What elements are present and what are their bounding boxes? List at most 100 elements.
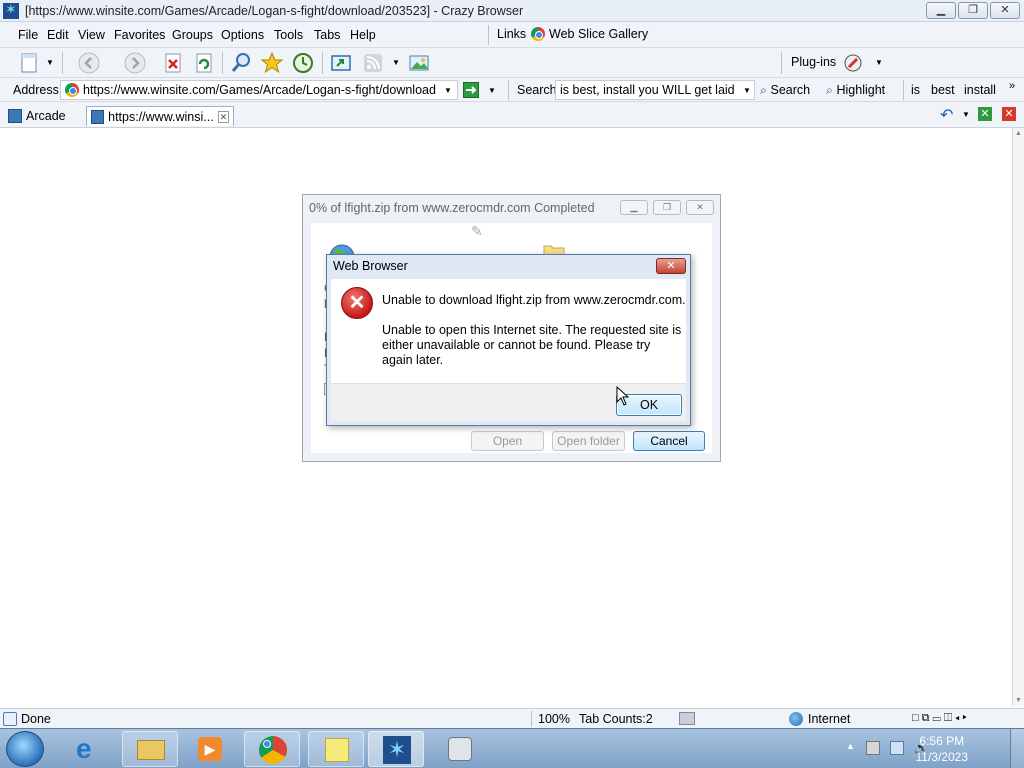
close-other-tabs-icon[interactable]: ✕ — [978, 107, 992, 121]
chrome-icon — [531, 27, 545, 41]
flying-paper-icon: ✎ — [471, 223, 483, 239]
scroll-up-icon[interactable]: ▲ — [1015, 130, 1022, 137]
open-button[interactable]: Open — [471, 431, 544, 451]
stop-icon[interactable] — [162, 52, 184, 74]
keyword-button[interactable]: is — [911, 83, 920, 97]
menu-favorites[interactable]: Favorites — [114, 28, 165, 42]
sticky-notes-icon — [325, 738, 349, 762]
notes-taskbar-icon[interactable] — [308, 731, 364, 767]
menu-help[interactable]: Help — [350, 28, 376, 42]
keyword-button[interactable]: best — [931, 83, 955, 97]
go-arrow-icon[interactable] — [463, 82, 479, 98]
refresh-icon[interactable] — [193, 52, 215, 74]
new-page-dropdown-icon[interactable]: ▼ — [46, 58, 54, 67]
web-slice-gallery-label: Web Slice Gallery — [549, 27, 649, 41]
tray-overflow-icon[interactable]: ▲ — [846, 741, 855, 751]
menu-bar: File Edit View Favorites Groups Options … — [0, 22, 1024, 48]
undo-dropdown-icon[interactable]: ▼ — [962, 110, 970, 119]
download-dialog-controls: ▁ ❐ ✕ — [620, 200, 714, 215]
show-desktop-button[interactable] — [1010, 729, 1024, 768]
status-separator — [531, 711, 532, 727]
address-dropdown-icon[interactable]: ▼ — [444, 86, 452, 95]
back-arrow-icon[interactable] — [78, 52, 100, 74]
tab-winsite[interactable]: https://www.winsi... ✕ — [86, 106, 234, 126]
error-dialog-close-button[interactable]: ✕ — [656, 258, 686, 274]
app-taskbar-icon[interactable] — [432, 731, 488, 767]
tab-arcade[interactable]: Arcade — [4, 106, 70, 126]
error-dialog: Web Browser ✕ ✕ Unable to download lfigh… — [326, 254, 691, 426]
plugins-icon[interactable] — [843, 53, 863, 73]
site-favicon-icon — [65, 83, 79, 97]
zoom-level[interactable]: 100% — [538, 712, 570, 726]
error-dialog-footer: OK — [331, 383, 686, 421]
address-input[interactable]: https://www.winsite.com/Games/Arcade/Log… — [60, 80, 458, 100]
layout-buttons-icon[interactable]: □⧉▭◫◂▸ — [912, 712, 970, 725]
tab-label: Arcade — [26, 109, 66, 123]
windows-taskbar: e ▶ ✶ ▲ 🔈 6:56 PM 11/3/2023 — [0, 728, 1024, 768]
menu-separator — [488, 25, 489, 45]
forward-arrow-icon[interactable] — [124, 52, 146, 74]
window-controls: ▁ ❐ ✕ — [926, 2, 1020, 19]
search-dropdown-icon[interactable]: ▼ — [743, 86, 751, 95]
rss-dropdown-icon[interactable]: ▼ — [392, 58, 400, 67]
history-icon[interactable] — [292, 52, 314, 74]
menu-groups[interactable]: Groups — [172, 28, 213, 42]
chrome-taskbar-icon[interactable] — [244, 731, 300, 767]
fullscreen-icon[interactable] — [330, 52, 352, 74]
open-folder-button[interactable]: Open folder — [552, 431, 625, 451]
action-center-icon[interactable] — [866, 741, 880, 755]
system-clock[interactable]: 6:56 PM 11/3/2023 — [916, 733, 969, 765]
error-message-primary: Unable to download lfight.zip from www.z… — [382, 293, 686, 307]
tab-close-icon[interactable]: ✕ — [217, 110, 229, 123]
menu-options[interactable]: Options — [221, 28, 264, 42]
menu-tools[interactable]: Tools — [274, 28, 303, 42]
go-dropdown-icon[interactable]: ▼ — [488, 86, 496, 95]
toolbar-separator — [62, 52, 63, 74]
download-restore-button[interactable]: ❐ — [653, 200, 681, 215]
vertical-scrollbar[interactable]: ▲ ▼ — [1012, 128, 1024, 706]
close-tab-icon[interactable]: ✕ — [1002, 107, 1016, 121]
search-button[interactable]: ⌕ Search — [760, 83, 810, 98]
web-slice-gallery-link[interactable]: Web Slice Gallery — [531, 27, 648, 41]
internet-explorer-taskbar-icon[interactable]: e — [62, 731, 118, 767]
menu-file[interactable]: File — [18, 28, 38, 42]
printer-icon[interactable] — [679, 712, 695, 725]
tab-label: https://www.winsi... — [108, 109, 214, 124]
highlight-button[interactable]: ⌕ Highlight — [826, 83, 885, 98]
toolbar-separator — [222, 52, 223, 74]
file-explorer-taskbar-icon[interactable] — [122, 731, 178, 767]
network-icon[interactable] — [890, 741, 904, 755]
crazy-browser-taskbar-icon[interactable]: ✶ — [368, 731, 424, 767]
favorites-star-icon[interactable] — [261, 52, 283, 74]
media-player-taskbar-icon[interactable]: ▶ — [182, 731, 238, 767]
restore-button[interactable]: ❐ — [958, 2, 988, 19]
undo-close-tab-icon[interactable]: ↶ — [940, 105, 953, 125]
download-close-button[interactable]: ✕ — [686, 200, 714, 215]
rss-feed-icon[interactable] — [362, 52, 384, 74]
search-magnifier-icon[interactable] — [230, 52, 252, 74]
links-label[interactable]: Links — [497, 27, 526, 41]
picture-icon[interactable] — [408, 52, 430, 74]
cancel-button[interactable]: Cancel — [633, 431, 705, 451]
menu-edit[interactable]: Edit — [47, 28, 69, 42]
search-input[interactable]: is best, install you WILL get laid — [555, 80, 755, 100]
menu-view[interactable]: View — [78, 28, 105, 42]
crazy-browser-logo-icon — [3, 1, 19, 19]
toolbar-separator — [781, 52, 782, 74]
minimize-button[interactable]: ▁ — [926, 2, 956, 19]
new-page-icon[interactable] — [18, 52, 40, 74]
plugins-dropdown-icon[interactable]: ▼ — [875, 58, 883, 67]
status-text: Done — [21, 712, 51, 726]
plugins-label[interactable]: Plug-ins — [791, 55, 836, 69]
crazy-browser-icon: ✶ — [383, 736, 411, 764]
menu-tabs[interactable]: Tabs — [314, 28, 340, 42]
highlight-icon: ⌕ — [826, 83, 834, 97]
download-minimize-button[interactable]: ▁ — [620, 200, 648, 215]
scroll-down-icon[interactable]: ▼ — [1015, 697, 1022, 704]
internet-zone-icon — [789, 712, 803, 726]
chevron-more-icon[interactable]: » — [1009, 80, 1015, 92]
keyword-button[interactable]: install — [964, 83, 996, 97]
start-button[interactable] — [6, 731, 44, 767]
close-button[interactable]: ✕ — [990, 2, 1020, 19]
folder-icon — [137, 740, 165, 760]
